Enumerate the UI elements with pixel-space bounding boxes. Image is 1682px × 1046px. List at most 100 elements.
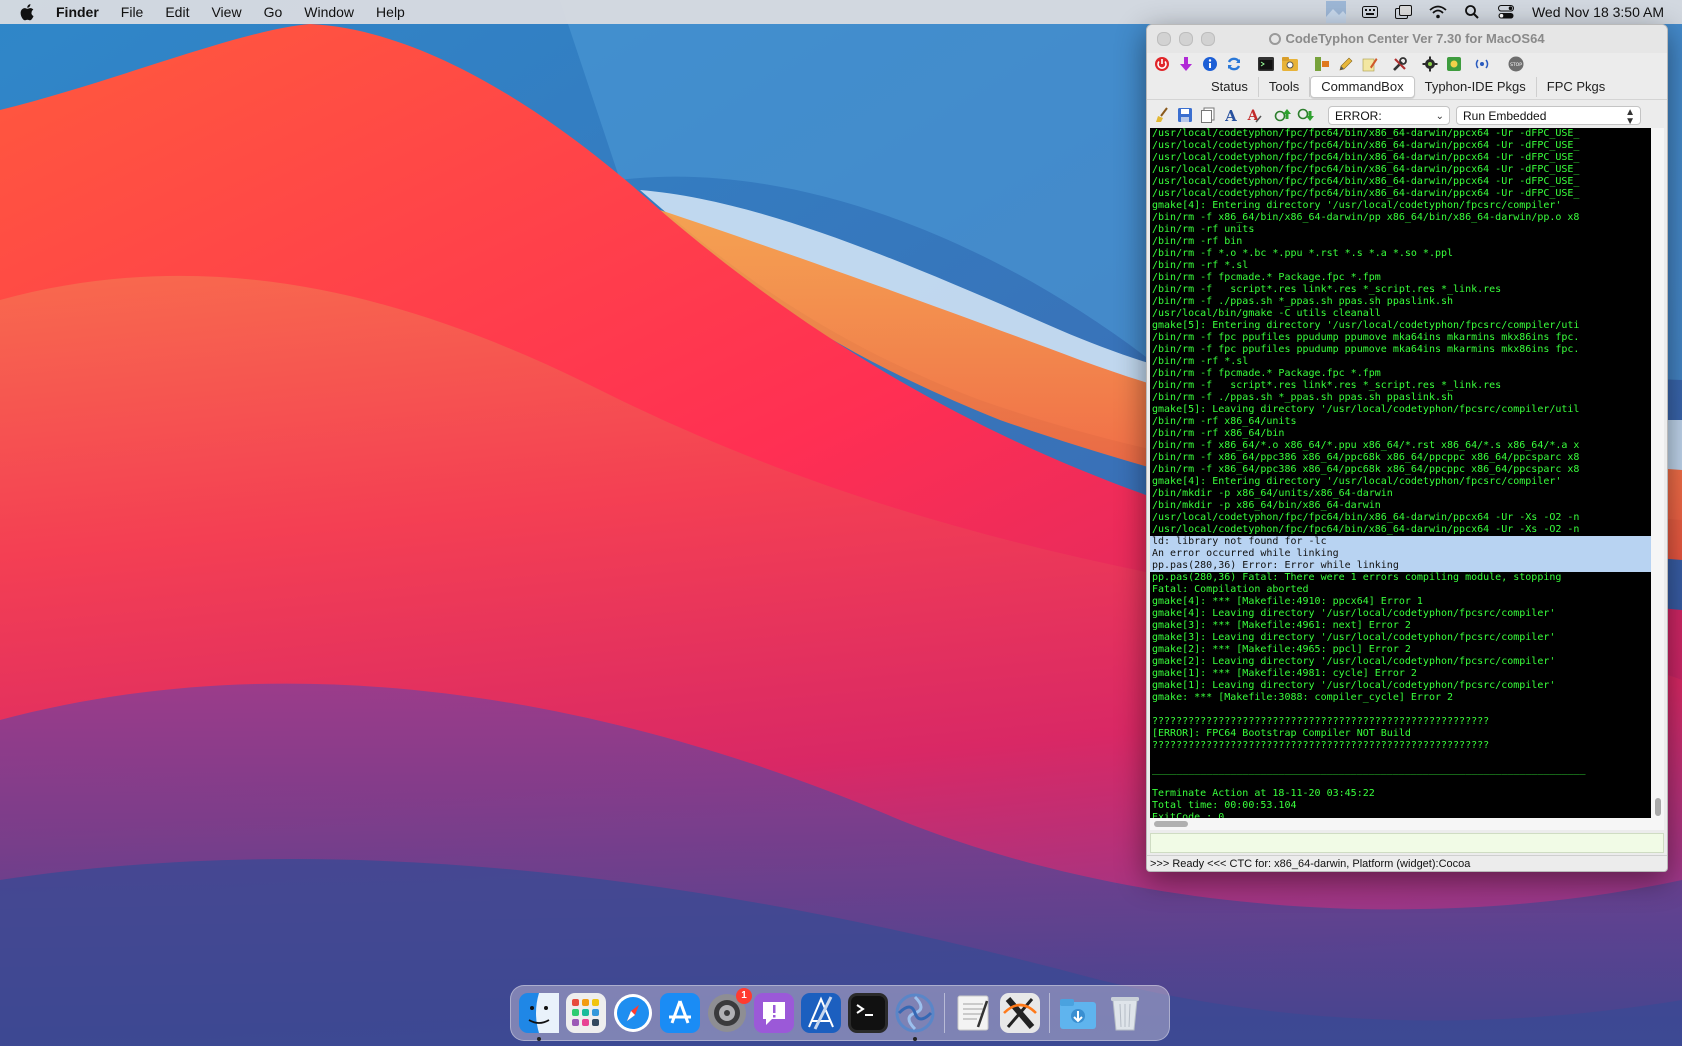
system-preferences-icon[interactable]: 1 (707, 988, 752, 1033)
find-up-icon[interactable] (1274, 106, 1292, 124)
console-line: gmake[3]: *** [Makefile:4961: next] Erro… (1152, 620, 1411, 631)
font-a-icon[interactable]: A (1222, 106, 1240, 124)
spotlight-search-icon[interactable] (1462, 4, 1482, 20)
font-color-icon[interactable]: A (1245, 106, 1263, 124)
safari-icon[interactable] (613, 993, 653, 1033)
folder-search-icon[interactable] (1281, 55, 1299, 73)
console-horizontal-scrollbar[interactable] (1150, 818, 1664, 830)
minimize-window-button[interactable] (1179, 32, 1193, 46)
edit-pencil-icon[interactable] (1337, 55, 1355, 73)
trash-icon[interactable] (1105, 993, 1145, 1033)
console-line: /bin/mkdir -p x86_64/units/x86_64-darwin (1152, 488, 1393, 499)
console-line: Fatal: Compilation aborted (1152, 584, 1309, 595)
apple-menu-icon[interactable] (20, 3, 36, 21)
menu-clock[interactable]: Wed Nov 18 3:50 AM (1532, 4, 1664, 20)
console-line: /bin/rm -f fpcmade.* Package.fpc *.fpm (1152, 272, 1381, 283)
console-line: An error occurred while linking (1150, 548, 1651, 560)
codetyphon-icon[interactable] (895, 993, 935, 1041)
run-mode-select[interactable]: Run Embedded ▲ ▼ (1456, 105, 1641, 126)
console-line: gmake[3]: Leaving directory '/usr/local/… (1152, 632, 1556, 643)
xquartz-icon[interactable] (1000, 993, 1040, 1033)
console-line: /usr/local/codetyphon/fpc/fpc64/bin/x86_… (1152, 152, 1580, 163)
tab-fpc-pkgs[interactable]: FPC Pkgs (1537, 77, 1616, 97)
tab-tools[interactable]: Tools (1259, 77, 1311, 97)
control-center-icon[interactable] (1496, 4, 1516, 20)
horizontal-scroll-thumb[interactable] (1154, 821, 1188, 827)
console-line: /usr/local/codetyphon/fpc/fpc64/bin/x86_… (1152, 188, 1580, 199)
keyboard-layout-icon[interactable] (1360, 4, 1380, 20)
notification-badge: 1 (736, 988, 752, 1004)
info-icon[interactable] (1201, 55, 1219, 73)
menu-app-finder[interactable]: Finder (56, 4, 99, 20)
console-line: /bin/rm -f x86_64/ppc386 x86_64/ppc68k x… (1152, 452, 1580, 463)
menu-view[interactable]: View (211, 4, 241, 20)
broadcast-icon[interactable] (1473, 55, 1491, 73)
svg-text:A: A (1224, 107, 1237, 123)
console-line: Terminate Action at 18-11-20 03:45:22 (1152, 788, 1375, 799)
menu-go[interactable]: Go (264, 4, 283, 20)
app-store-icon[interactable] (660, 993, 700, 1033)
power-icon[interactable] (1153, 55, 1171, 73)
copy-document-icon[interactable] (1199, 106, 1217, 124)
console-line: gmake[4]: Entering directory '/usr/local… (1152, 200, 1562, 211)
finder-icon[interactable] (519, 993, 559, 1041)
filter-combobox[interactable]: ERROR: ⌄ (1328, 105, 1450, 125)
find-down-icon[interactable] (1297, 106, 1315, 124)
console-line: pp.pas(280,36) Error: Error while linkin… (1150, 560, 1651, 572)
status-bar: >>> Ready <<< CTC for: x86_64-darwin, Pl… (1147, 855, 1667, 871)
note-pencil-icon[interactable] (1361, 55, 1379, 73)
feedback-assistant-icon[interactable] (754, 993, 794, 1033)
zoom-window-button[interactable] (1201, 32, 1215, 46)
window-titlebar[interactable]: CodeTyphon Center Ver 7.30 for MacOS64 (1147, 25, 1667, 53)
close-window-button[interactable] (1157, 32, 1171, 46)
package-gear-icon[interactable] (1445, 55, 1463, 73)
command-input[interactable] (1150, 833, 1664, 853)
display-mirror-icon[interactable] (1394, 4, 1414, 20)
console-output[interactable]: /usr/local/codetyphon/fpc/fpc64/bin/x86_… (1150, 128, 1651, 818)
tab-typhon-ide-pkgs[interactable]: Typhon-IDE Pkgs (1415, 77, 1537, 97)
menu-file[interactable]: File (121, 4, 144, 20)
console-line: ????????????????????????????????????????… (1152, 716, 1490, 727)
console-line: /usr/local/codetyphon/fpc/fpc64/bin/x86_… (1152, 512, 1580, 523)
wrench-tools-icon[interactable] (1391, 55, 1409, 73)
terminal-console-icon[interactable] (1257, 55, 1275, 73)
console-line: /bin/rm -f x86_64/ppc386 x86_64/ppc68k x… (1152, 464, 1580, 475)
save-disk-icon[interactable] (1176, 106, 1194, 124)
main-toolbar: STOP (1147, 53, 1667, 75)
console-line: /bin/rm -rf *.sl (1152, 356, 1249, 367)
user-picture-icon[interactable] (1325, 1, 1346, 23)
tab-commandbox[interactable]: CommandBox (1310, 76, 1415, 98)
gear-settings-icon[interactable] (1421, 55, 1439, 73)
window-title-text: CodeTyphon Center Ver 7.30 for MacOS64 (1285, 31, 1545, 46)
menu-help[interactable]: Help (376, 4, 405, 20)
console-line: /bin/rm -rf x86_64/bin (1152, 428, 1285, 439)
console-line: gmake[5]: Entering directory '/usr/local… (1152, 320, 1580, 331)
download-arrow-icon[interactable] (1177, 55, 1195, 73)
build-tool-icon[interactable] (1313, 55, 1331, 73)
wifi-icon[interactable] (1428, 4, 1448, 20)
menu-window[interactable]: Window (304, 4, 354, 20)
clear-broom-icon[interactable] (1153, 106, 1171, 124)
menu-bar: Finder File Edit View Go Window Help Wed… (0, 0, 1682, 24)
launchpad-icon[interactable] (566, 993, 606, 1033)
console-line: gmake[1]: Leaving directory '/usr/local/… (1152, 680, 1556, 691)
console-line: /bin/rm -f *.o *.bc *.ppu *.rst *.s *.a … (1152, 248, 1454, 259)
console-line: /bin/rm -f ./ppas.sh *_ppas.sh ppas.sh p… (1152, 296, 1454, 307)
xcode-icon[interactable] (801, 993, 841, 1033)
downloads-folder-icon[interactable] (1058, 993, 1098, 1033)
svg-text:STOP: STOP (1510, 62, 1522, 68)
refresh-icon[interactable] (1225, 55, 1243, 73)
stop-icon[interactable]: STOP (1507, 55, 1525, 73)
tab-status[interactable]: Status (1201, 77, 1259, 97)
terminal-icon[interactable] (848, 993, 888, 1033)
running-indicator (537, 1037, 541, 1041)
console-line: /bin/rm -f script*.res link*.res *_scrip… (1152, 380, 1502, 391)
vertical-scroll-thumb[interactable] (1655, 798, 1661, 816)
menu-edit[interactable]: Edit (165, 4, 189, 20)
dock-divider (944, 993, 945, 1033)
textedit-icon[interactable] (953, 993, 993, 1033)
codetyphon-window: CodeTyphon Center Ver 7.30 for MacOS64 S… (1146, 24, 1668, 872)
console-line: /bin/rm -f fpcmade.* Package.fpc *.fpm (1152, 368, 1381, 379)
console-vertical-scrollbar[interactable] (1651, 128, 1664, 818)
